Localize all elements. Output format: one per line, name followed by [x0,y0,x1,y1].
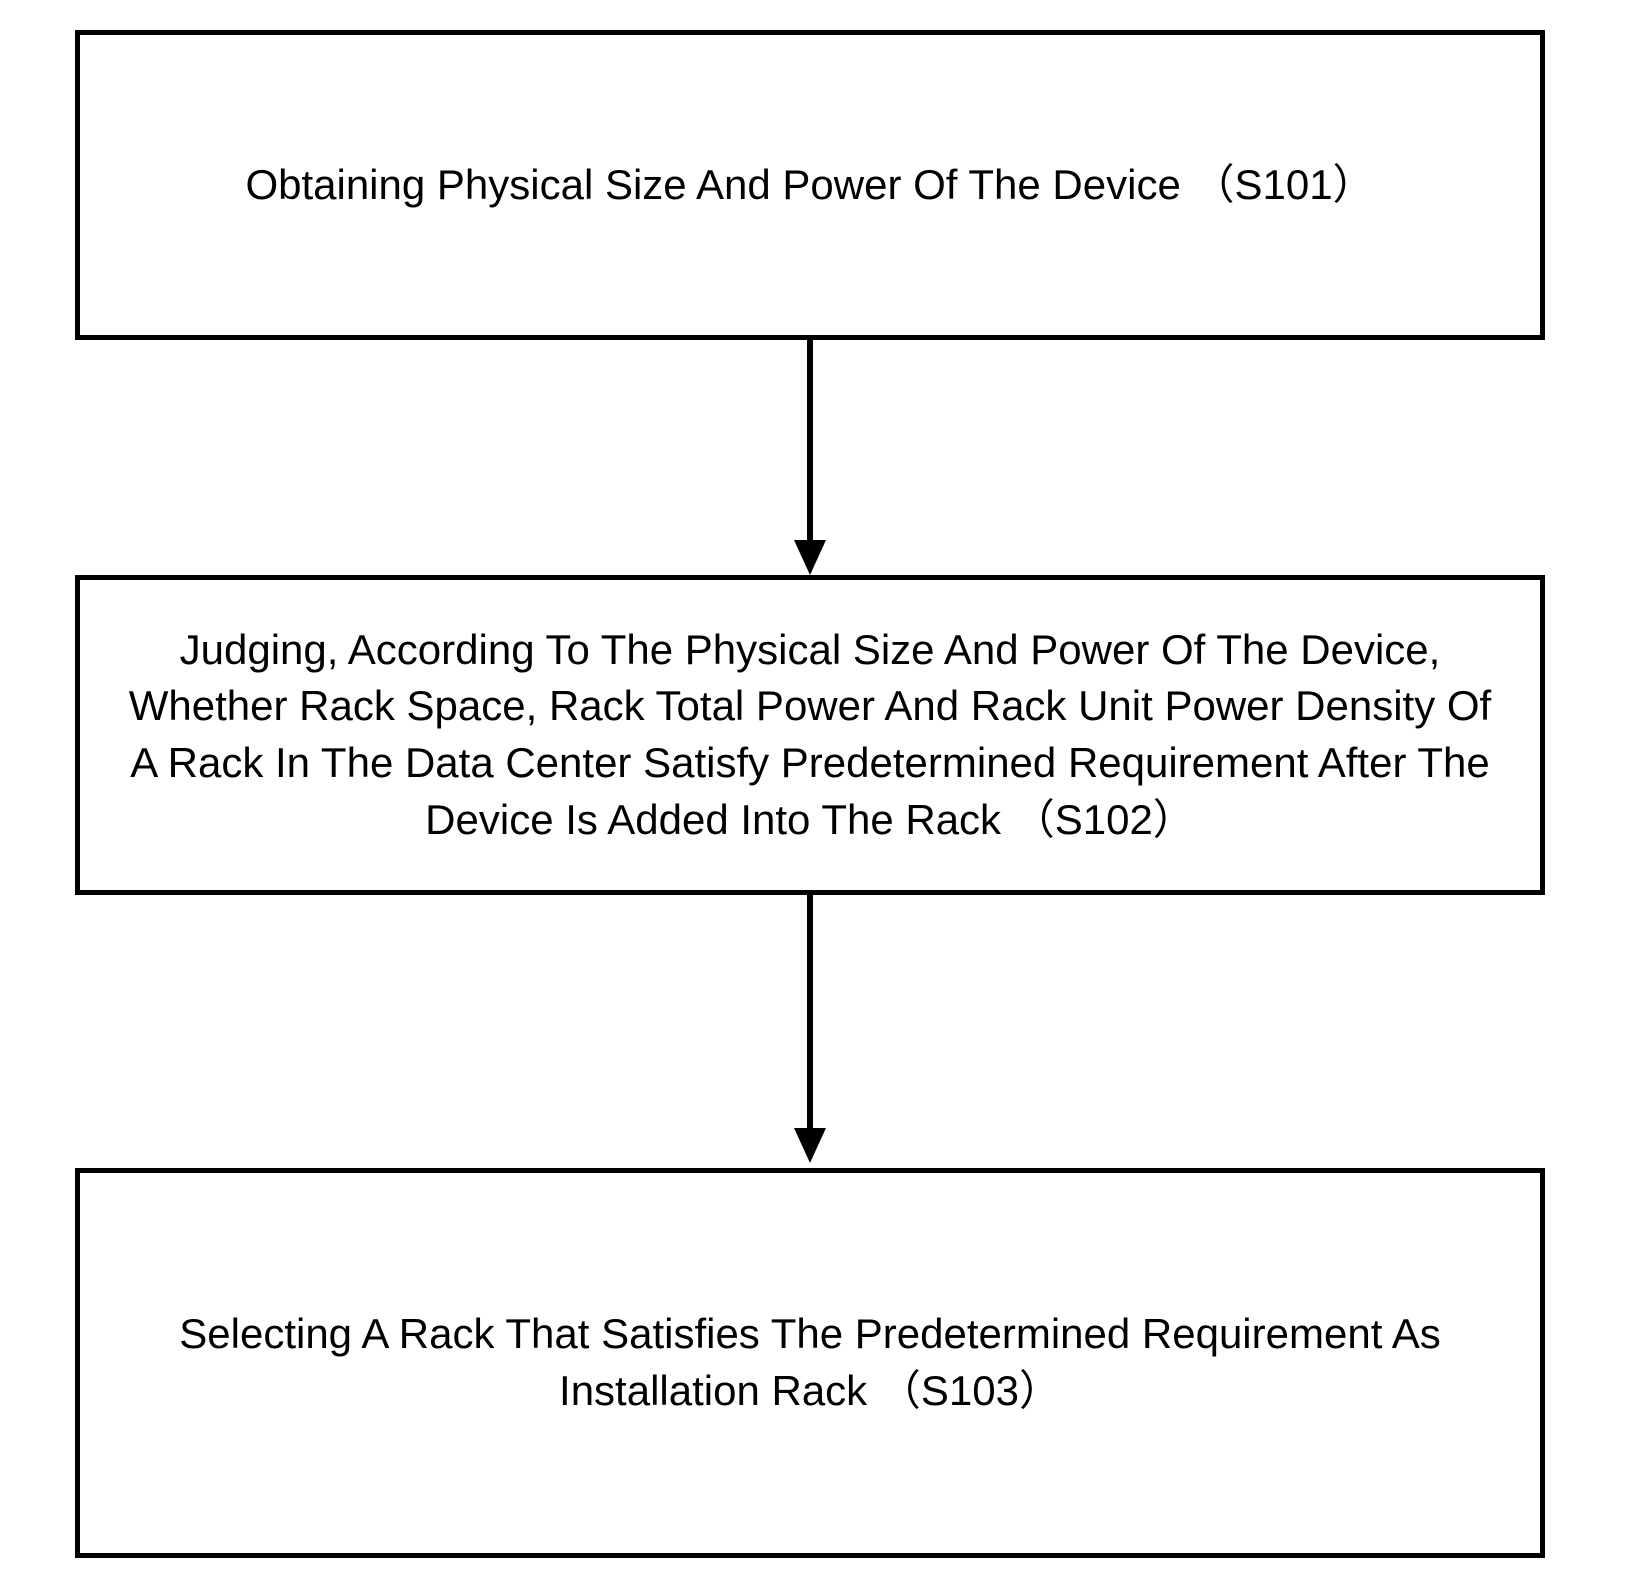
flowchart-canvas: Obtaining Physical Size And Power Of The… [0,0,1625,1589]
flowchart-step-s103: Selecting A Rack That Satisfies The Pred… [75,1168,1545,1558]
flowchart-step-s102: Judging, According To The Physical Size … [75,575,1545,895]
step-s103-text: Selecting A Rack That Satisfies The Pred… [120,1306,1500,1419]
flowchart-step-s101: Obtaining Physical Size And Power Of The… [75,30,1545,340]
step-s102-text: Judging, According To The Physical Size … [120,622,1500,849]
step-s101-text: Obtaining Physical Size And Power Of The… [245,157,1374,214]
arrow-s102-to-s103 [790,895,830,1168]
arrow-s101-to-s102 [790,340,830,580]
